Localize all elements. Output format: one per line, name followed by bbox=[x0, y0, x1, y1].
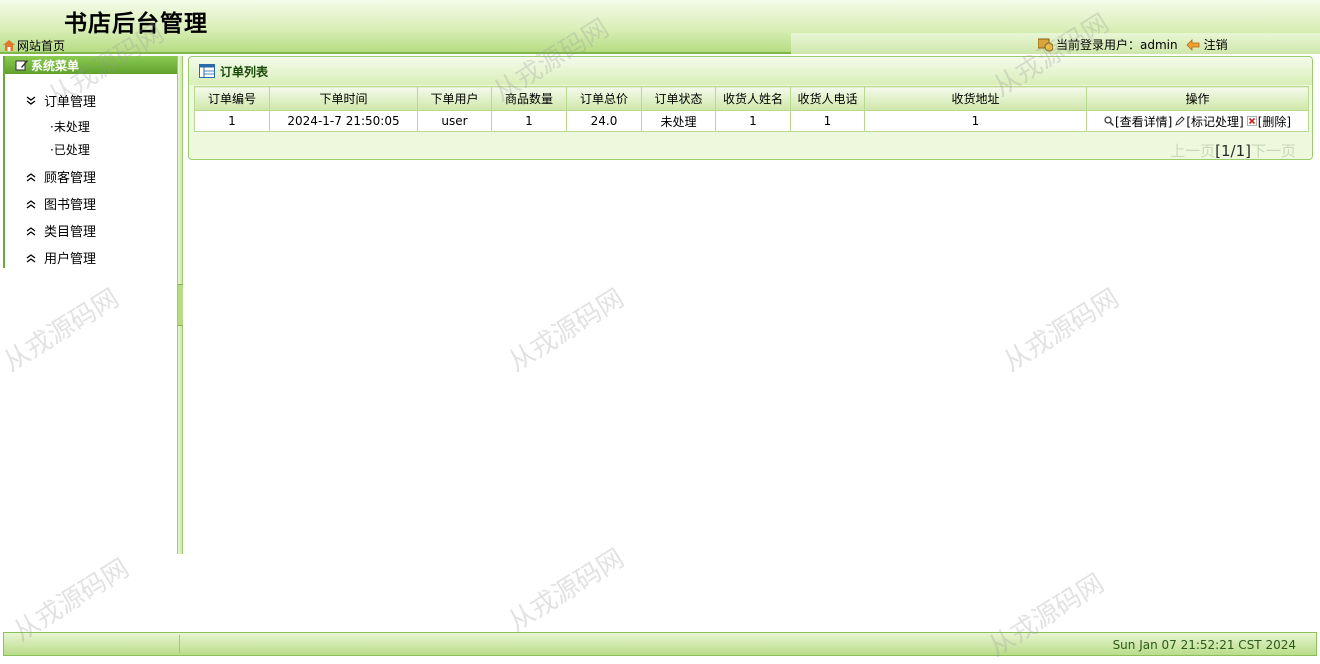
column-header: 商品数量 bbox=[491, 86, 567, 111]
menu-group-orders[interactable]: 订单管理 bbox=[26, 91, 96, 110]
prev-page-link[interactable]: 上一页 bbox=[1170, 142, 1215, 160]
mark-processed-label: [标记处理] bbox=[1186, 114, 1244, 129]
logout-link[interactable]: 注销 bbox=[1204, 36, 1228, 53]
cell-receiver-address: 1 bbox=[864, 110, 1087, 132]
watermark: 从戎源码网 bbox=[0, 283, 125, 378]
column-header: 下单时间 bbox=[269, 86, 418, 111]
menu-item-processed[interactable]: ·已处理 bbox=[50, 141, 90, 158]
splitter-handle[interactable] bbox=[178, 284, 183, 326]
login-username: admin bbox=[1140, 37, 1178, 52]
chevron-up-icon bbox=[26, 172, 36, 182]
logout-icon[interactable] bbox=[1186, 38, 1200, 51]
mark-processed-link[interactable]: [标记处理] bbox=[1175, 113, 1244, 130]
cell-receiver-phone: 1 bbox=[790, 110, 865, 132]
menu-item-unprocessed[interactable]: ·未处理 bbox=[50, 118, 90, 135]
chevron-up-icon bbox=[26, 199, 36, 209]
edit-icon bbox=[15, 60, 28, 71]
cell-order-user: user bbox=[417, 110, 492, 132]
login-info: 当前登录用户： admin 注销 bbox=[1038, 36, 1228, 53]
cell-total-price: 24.0 bbox=[566, 110, 642, 132]
menu-group-label: 订单管理 bbox=[44, 95, 97, 110]
home-link-label: 网站首页 bbox=[17, 39, 66, 53]
chevron-down-icon bbox=[26, 95, 36, 105]
operations-group: [查看详情] [标记处理] [删除] bbox=[1104, 113, 1291, 130]
cell-order-status: 未处理 bbox=[641, 110, 716, 132]
home-link[interactable]: 网站首页 bbox=[3, 37, 65, 54]
chevron-up-icon bbox=[26, 226, 36, 236]
panel-title: 订单列表 bbox=[220, 64, 269, 79]
watermark: 从戎源码网 bbox=[503, 543, 630, 638]
watermark: 从戎源码网 bbox=[503, 283, 630, 378]
menu-group-categories[interactable]: 类目管理 bbox=[26, 221, 96, 240]
panel-header: 订单列表 bbox=[189, 57, 1312, 85]
cell-receiver-name: 1 bbox=[715, 110, 791, 132]
column-header: 订单总价 bbox=[566, 86, 642, 111]
menu-group-label: 类目管理 bbox=[44, 225, 97, 240]
home-icon bbox=[3, 40, 15, 51]
user-icon bbox=[1038, 38, 1053, 51]
column-header: 订单状态 bbox=[641, 86, 716, 111]
menu-group-label: 图书管理 bbox=[44, 198, 97, 213]
pagination: 上一页[1/1]下一页 bbox=[1170, 140, 1296, 161]
column-header: 订单编号 bbox=[194, 86, 270, 111]
delete-label: [删除] bbox=[1257, 114, 1292, 129]
cell-quantity: 1 bbox=[491, 110, 567, 132]
menu-group-users[interactable]: 用户管理 bbox=[26, 248, 96, 267]
table-header-row: 订单编号 下单时间 下单用户 商品数量 订单总价 订单状态 收货人姓名 收货人电… bbox=[194, 86, 1309, 111]
login-prefix: 当前登录用户： bbox=[1056, 38, 1141, 52]
cell-operations: [查看详情] [标记处理] [删除] bbox=[1086, 110, 1309, 132]
column-header: 下单用户 bbox=[417, 86, 492, 111]
pencil-icon bbox=[1175, 116, 1186, 126]
footer-divider bbox=[179, 635, 180, 653]
view-details-link[interactable]: [查看详情] bbox=[1104, 113, 1172, 130]
order-list-panel: 订单列表 订单编号 下单时间 下单用户 商品数量 订单总价 订单状态 收货人姓名… bbox=[188, 56, 1313, 160]
column-header: 收货人姓名 bbox=[715, 86, 791, 111]
column-header: 操作 bbox=[1086, 86, 1309, 111]
orders-table: 订单编号 下单时间 下单用户 商品数量 订单总价 订单状态 收货人姓名 收货人电… bbox=[194, 86, 1309, 132]
chevron-up-icon bbox=[26, 253, 36, 263]
menu-group-label: 顾客管理 bbox=[44, 171, 97, 186]
footer-clock: Sun Jan 07 21:52:21 CST 2024 bbox=[1112, 638, 1296, 652]
column-header: 收货人电话 bbox=[790, 86, 865, 111]
watermark: 从戎源码网 bbox=[998, 283, 1125, 378]
table-icon bbox=[199, 64, 215, 78]
table-row: 1 2024-1-7 21:50:05 user 1 24.0 未处理 1 1 … bbox=[194, 110, 1309, 132]
menu-group-customers[interactable]: 顾客管理 bbox=[26, 167, 96, 186]
top-header: 书店后台管理 网站首页 当前登录用户： admin 注销 bbox=[0, 0, 1320, 54]
current-page: [1/1] bbox=[1215, 142, 1251, 160]
delete-icon bbox=[1246, 116, 1257, 126]
sidebar-title: 系统菜单 bbox=[31, 58, 80, 73]
sidebar-header: 系统菜单 bbox=[5, 56, 177, 74]
column-header: 收货地址 bbox=[864, 86, 1087, 111]
sidebar-splitter[interactable] bbox=[177, 56, 183, 554]
magnifier-icon bbox=[1104, 116, 1114, 126]
site-title: 书店后台管理 bbox=[64, 11, 208, 37]
menu-group-books[interactable]: 图书管理 bbox=[26, 194, 96, 213]
delete-link[interactable]: [删除] bbox=[1246, 113, 1292, 130]
view-details-label: [查看详情] bbox=[1114, 114, 1173, 129]
cell-order-id: 1 bbox=[194, 110, 270, 132]
menu-group-label: 用户管理 bbox=[44, 252, 97, 267]
next-page-link[interactable]: 下一页 bbox=[1251, 142, 1296, 160]
footer-bar: Sun Jan 07 21:52:21 CST 2024 bbox=[3, 632, 1317, 656]
cell-order-time: 2024-1-7 21:50:05 bbox=[269, 110, 418, 132]
